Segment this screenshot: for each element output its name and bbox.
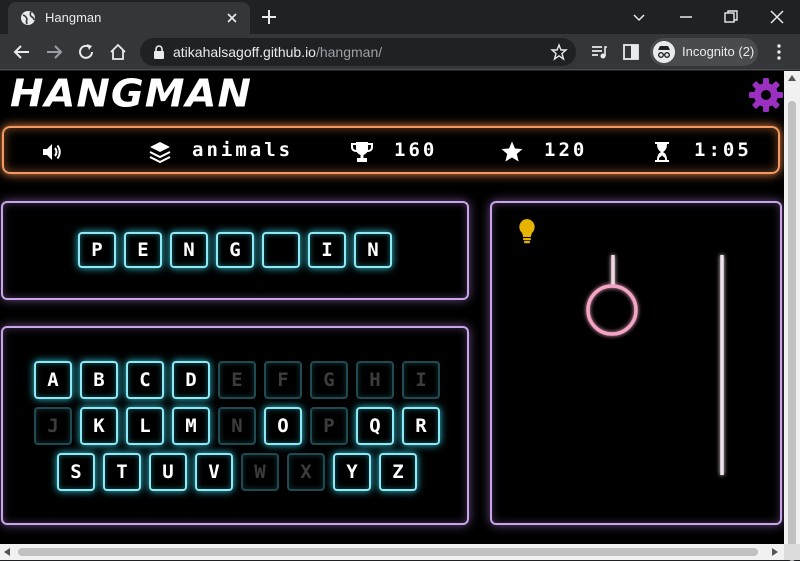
key-m[interactable]: M (172, 407, 210, 445)
key-d[interactable]: D (172, 361, 210, 399)
hangman-head (586, 284, 638, 336)
key-p: P (310, 407, 348, 445)
back-icon[interactable] (12, 42, 32, 62)
letter-slot: N (354, 232, 392, 268)
close-window-icon[interactable] (766, 6, 788, 28)
horizontal-scrollbar[interactable] (0, 544, 784, 560)
key-c[interactable]: C (126, 361, 164, 399)
browser-toolbar: atikahalsagoff.github.io/hangman/ Incogn… (0, 34, 800, 70)
key-t[interactable]: T (103, 453, 141, 491)
lightbulb-icon[interactable] (516, 217, 538, 245)
key-z[interactable]: Z (379, 453, 417, 491)
forward-icon[interactable] (44, 42, 64, 62)
star-icon (501, 141, 523, 162)
letter-slot: P (78, 232, 116, 268)
side-panel-icon[interactable] (622, 43, 640, 61)
restore-icon[interactable] (720, 6, 742, 28)
key-o[interactable]: O (264, 407, 302, 445)
key-u[interactable]: U (149, 453, 187, 491)
key-k[interactable]: K (80, 407, 118, 445)
key-l[interactable]: L (126, 407, 164, 445)
vertical-scroll-thumb[interactable] (788, 101, 796, 561)
scroll-left-arrow[interactable] (4, 548, 10, 556)
key-f: F (264, 361, 302, 399)
word-panel: P E N G I N (1, 201, 469, 300)
vertical-scrollbar[interactable] (784, 71, 800, 561)
horizontal-scroll-thumb[interactable] (18, 548, 758, 556)
letter-slot: E (124, 232, 162, 268)
incognito-icon (653, 41, 675, 63)
hangman-drawing-panel (490, 201, 782, 525)
keyboard-panel: ABCDEFGHI JKLMNOPQR STUVWXYZ (1, 326, 469, 525)
tab-strip: Hangman (0, 0, 800, 34)
address-bar[interactable]: atikahalsagoff.github.io/hangman/ (140, 38, 576, 66)
app-logo: HANGMAN (10, 72, 252, 116)
key-n: N (218, 407, 256, 445)
key-v[interactable]: V (195, 453, 233, 491)
scrollbar-corner (784, 544, 800, 560)
tab-title: Hangman (45, 10, 102, 25)
bookmark-star-icon[interactable] (550, 43, 568, 61)
key-x: X (287, 453, 325, 491)
layers-icon (149, 142, 171, 164)
letter-slot: I (308, 232, 346, 268)
url-host: atikahalsagoff.github.io (173, 44, 316, 60)
minimize-icon[interactable] (675, 6, 697, 28)
key-e: E (218, 361, 256, 399)
scroll-right-arrow[interactable] (772, 548, 778, 556)
speaker-icon[interactable] (40, 140, 64, 164)
menu-icon[interactable] (770, 43, 788, 61)
timer-value: 1:05 (694, 139, 752, 161)
key-h: H (356, 361, 394, 399)
tab-search-icon[interactable] (628, 6, 650, 28)
new-tab-icon[interactable] (260, 8, 278, 26)
letter-slot: N (170, 232, 208, 268)
key-w: W (241, 453, 279, 491)
key-i: I (402, 361, 440, 399)
page-viewport: HANGMAN animals 160 120 1:05 P E N G I N… (0, 71, 784, 544)
profile-label: Incognito (2) (682, 44, 755, 59)
letter-slot: G (216, 232, 254, 268)
gear-icon[interactable] (748, 77, 784, 113)
home-icon[interactable] (108, 42, 128, 62)
key-s[interactable]: S (57, 453, 95, 491)
category-label: animals (192, 139, 294, 161)
stats-bar: animals 160 120 1:05 (2, 126, 780, 174)
url-path: /hangman/ (315, 44, 383, 60)
reading-list-icon[interactable] (590, 43, 608, 61)
profile-button[interactable]: Incognito (2) (650, 38, 758, 66)
key-y[interactable]: Y (333, 453, 371, 491)
stars-value: 120 (544, 139, 588, 161)
score-value: 160 (394, 139, 438, 161)
trophy-icon (351, 142, 373, 162)
close-tab-icon[interactable] (224, 10, 240, 26)
key-b[interactable]: B (80, 361, 118, 399)
gallows-drawing (545, 253, 724, 477)
scroll-up-arrow[interactable] (788, 75, 796, 81)
key-r[interactable]: R (402, 407, 440, 445)
hourglass-icon (655, 142, 669, 162)
reload-icon[interactable] (76, 42, 96, 62)
letter-slot (262, 232, 300, 268)
key-q[interactable]: Q (356, 407, 394, 445)
key-a[interactable]: A (34, 361, 72, 399)
lock-icon[interactable] (152, 45, 166, 59)
key-j: J (34, 407, 72, 445)
tab-hangman[interactable]: Hangman (8, 2, 250, 34)
key-g: G (310, 361, 348, 399)
globe-icon (21, 11, 35, 25)
url-text[interactable]: atikahalsagoff.github.io/hangman/ (173, 44, 382, 60)
